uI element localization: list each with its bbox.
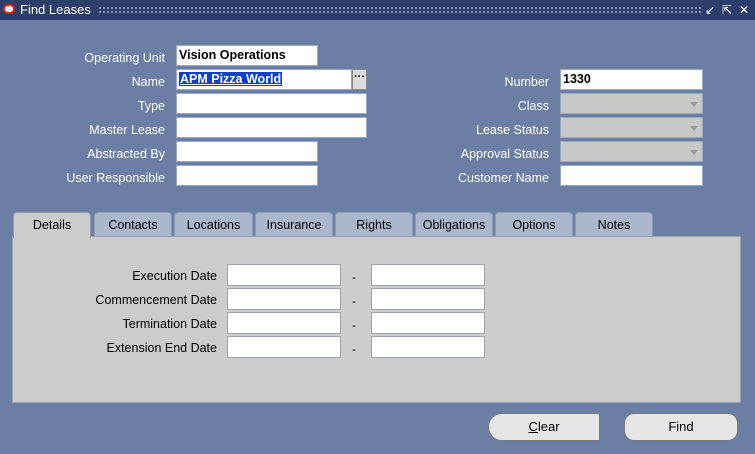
title-bar[interactable]: Find Leases ↙ ⇱ ✕ (0, 0, 755, 20)
title-grip (98, 6, 703, 14)
operating-unit-label: Operating Unit (84, 51, 165, 65)
details-panel: Execution Date - Commencement Date - Ter… (12, 236, 741, 403)
number-field[interactable]: 1330 (560, 69, 703, 90)
lease-status-select[interactable] (560, 117, 703, 138)
name-field-value: APM Pizza World (179, 72, 283, 86)
name-field[interactable]: APM Pizza World (176, 69, 352, 90)
chevron-down-icon (690, 126, 698, 131)
execution-date-from[interactable] (227, 264, 341, 286)
lease-status-label: Lease Status (476, 123, 549, 137)
class-label: Class (517, 99, 549, 113)
master-lease-field[interactable] (176, 117, 367, 138)
commencement-date-separator: - (352, 294, 356, 308)
termination-date-to[interactable] (371, 312, 485, 334)
find-button[interactable]: Find (624, 413, 738, 441)
find-leases-window: Find Leases ↙ ⇱ ✕ Operating Unit Vision … (0, 0, 755, 454)
execution-date-to[interactable] (371, 264, 485, 286)
customer-name-field[interactable] (560, 165, 703, 186)
number-label: Number (504, 75, 549, 89)
commencement-date-to[interactable] (371, 288, 485, 310)
execution-date-label: Execution Date (132, 269, 217, 283)
approval-status-label: Approval Status (460, 147, 549, 161)
clear-button[interactable]: Clear (488, 413, 600, 441)
tab-notes[interactable]: Notes (575, 212, 653, 236)
name-label: Name (131, 75, 165, 89)
clear-label-rest: lear (537, 419, 560, 434)
abstracted-by-field[interactable] (176, 141, 318, 162)
abstracted-by-label: Abstracted By (87, 147, 165, 161)
execution-date-separator: - (352, 270, 356, 284)
tab-insurance[interactable]: Insurance (255, 212, 333, 236)
chevron-down-icon (690, 102, 698, 107)
tab-locations[interactable]: Locations (174, 212, 253, 236)
type-field[interactable] (176, 93, 367, 114)
master-lease-label: Master Lease (89, 123, 165, 137)
commencement-date-from[interactable] (227, 288, 341, 310)
approval-status-select[interactable] (560, 141, 703, 162)
type-label: Type (137, 99, 165, 113)
oracle-logo-icon (3, 4, 15, 14)
user-responsible-label: User Responsible (66, 171, 165, 185)
chevron-down-icon (690, 150, 698, 155)
extension-end-date-separator: - (352, 342, 356, 356)
commencement-date-label: Commencement Date (95, 293, 217, 307)
tab-obligations[interactable]: Obligations (415, 212, 493, 236)
minimize-icon[interactable]: ↙ (703, 2, 717, 18)
list-of-values-button[interactable]: ··· (352, 69, 367, 90)
class-select[interactable] (560, 93, 703, 114)
tab-details[interactable]: Details (13, 212, 91, 238)
user-responsible-field[interactable] (176, 165, 318, 186)
termination-date-label: Termination Date (122, 317, 218, 331)
termination-date-from[interactable] (227, 312, 341, 334)
extension-end-date-label: Extension End Date (106, 341, 218, 355)
customer-name-label: Customer Name (458, 171, 549, 185)
window-title: Find Leases (20, 2, 91, 17)
maximize-icon[interactable]: ⇱ (720, 2, 734, 18)
extension-end-date-to[interactable] (371, 336, 485, 358)
clear-mnemonic: C (528, 419, 538, 434)
termination-date-separator: - (352, 318, 356, 332)
tab-rights[interactable]: Rights (335, 212, 413, 236)
tab-options[interactable]: Options (495, 212, 573, 236)
tab-contacts[interactable]: Contacts (94, 212, 172, 236)
extension-end-date-from[interactable] (227, 336, 341, 358)
operating-unit-field[interactable]: Vision Operations (176, 45, 318, 66)
close-icon[interactable]: ✕ (737, 2, 751, 18)
